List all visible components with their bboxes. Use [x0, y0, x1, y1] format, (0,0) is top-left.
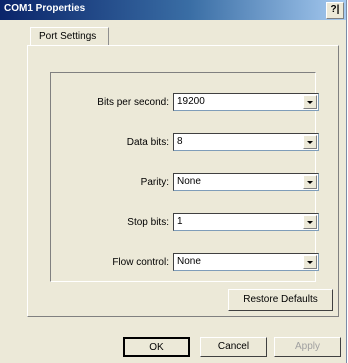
window-title: COM1 Properties — [4, 3, 86, 14]
data-bits-label: Data bits: — [126, 137, 169, 148]
flow-control-label: Flow control: — [112, 257, 169, 268]
tab-panel: Bits per second: 19200 Data bits: 8 Pari… — [27, 45, 339, 317]
cancel-button[interactable]: Cancel — [200, 337, 267, 357]
tab-label: Port Settings — [39, 31, 97, 42]
ok-label: OK — [149, 342, 164, 353]
properties-dialog: COM1 Properties ?| Port Settings Bits pe… — [0, 0, 347, 363]
chevron-down-icon[interactable] — [303, 95, 317, 109]
apply-label: Apply — [294, 341, 320, 352]
flow-control-row: Flow control: None — [51, 253, 319, 273]
bits-per-second-select[interactable]: 19200 — [173, 93, 319, 111]
flow-control-select[interactable]: None — [173, 253, 319, 271]
stop-bits-row: Stop bits: 1 — [51, 213, 319, 233]
parity-value: None — [177, 176, 201, 187]
flow-control-value: None — [177, 256, 201, 267]
cancel-label: Cancel — [217, 341, 250, 352]
tab-port-settings[interactable]: Port Settings — [30, 27, 109, 46]
stop-bits-value: 1 — [177, 216, 183, 227]
parity-label: Parity: — [140, 177, 169, 188]
apply-button[interactable]: Apply — [274, 337, 341, 357]
parity-select[interactable]: None — [173, 173, 319, 191]
chevron-down-icon[interactable] — [303, 175, 317, 189]
stop-bits-select[interactable]: 1 — [173, 213, 319, 231]
restore-defaults-button[interactable]: Restore Defaults — [228, 289, 333, 311]
ok-button[interactable]: OK — [123, 337, 190, 357]
restore-defaults-label: Restore Defaults — [243, 294, 318, 305]
data-bits-value: 8 — [177, 136, 183, 147]
chevron-down-icon[interactable] — [303, 215, 317, 229]
data-bits-select[interactable]: 8 — [173, 133, 319, 151]
bits-per-second-label: Bits per second: — [97, 97, 169, 108]
bits-per-second-value: 19200 — [177, 96, 205, 107]
parity-row: Parity: None — [51, 173, 319, 193]
chevron-down-icon[interactable] — [303, 135, 317, 149]
bits-per-second-row: Bits per second: 19200 — [51, 93, 319, 113]
data-bits-row: Data bits: 8 — [51, 133, 319, 153]
title-bar[interactable]: COM1 Properties ?| — [0, 0, 346, 20]
chevron-down-icon[interactable] — [303, 255, 317, 269]
settings-group: Bits per second: 19200 Data bits: 8 Pari… — [50, 72, 319, 282]
help-button[interactable]: ?| — [326, 2, 344, 19]
stop-bits-label: Stop bits: — [127, 217, 169, 228]
